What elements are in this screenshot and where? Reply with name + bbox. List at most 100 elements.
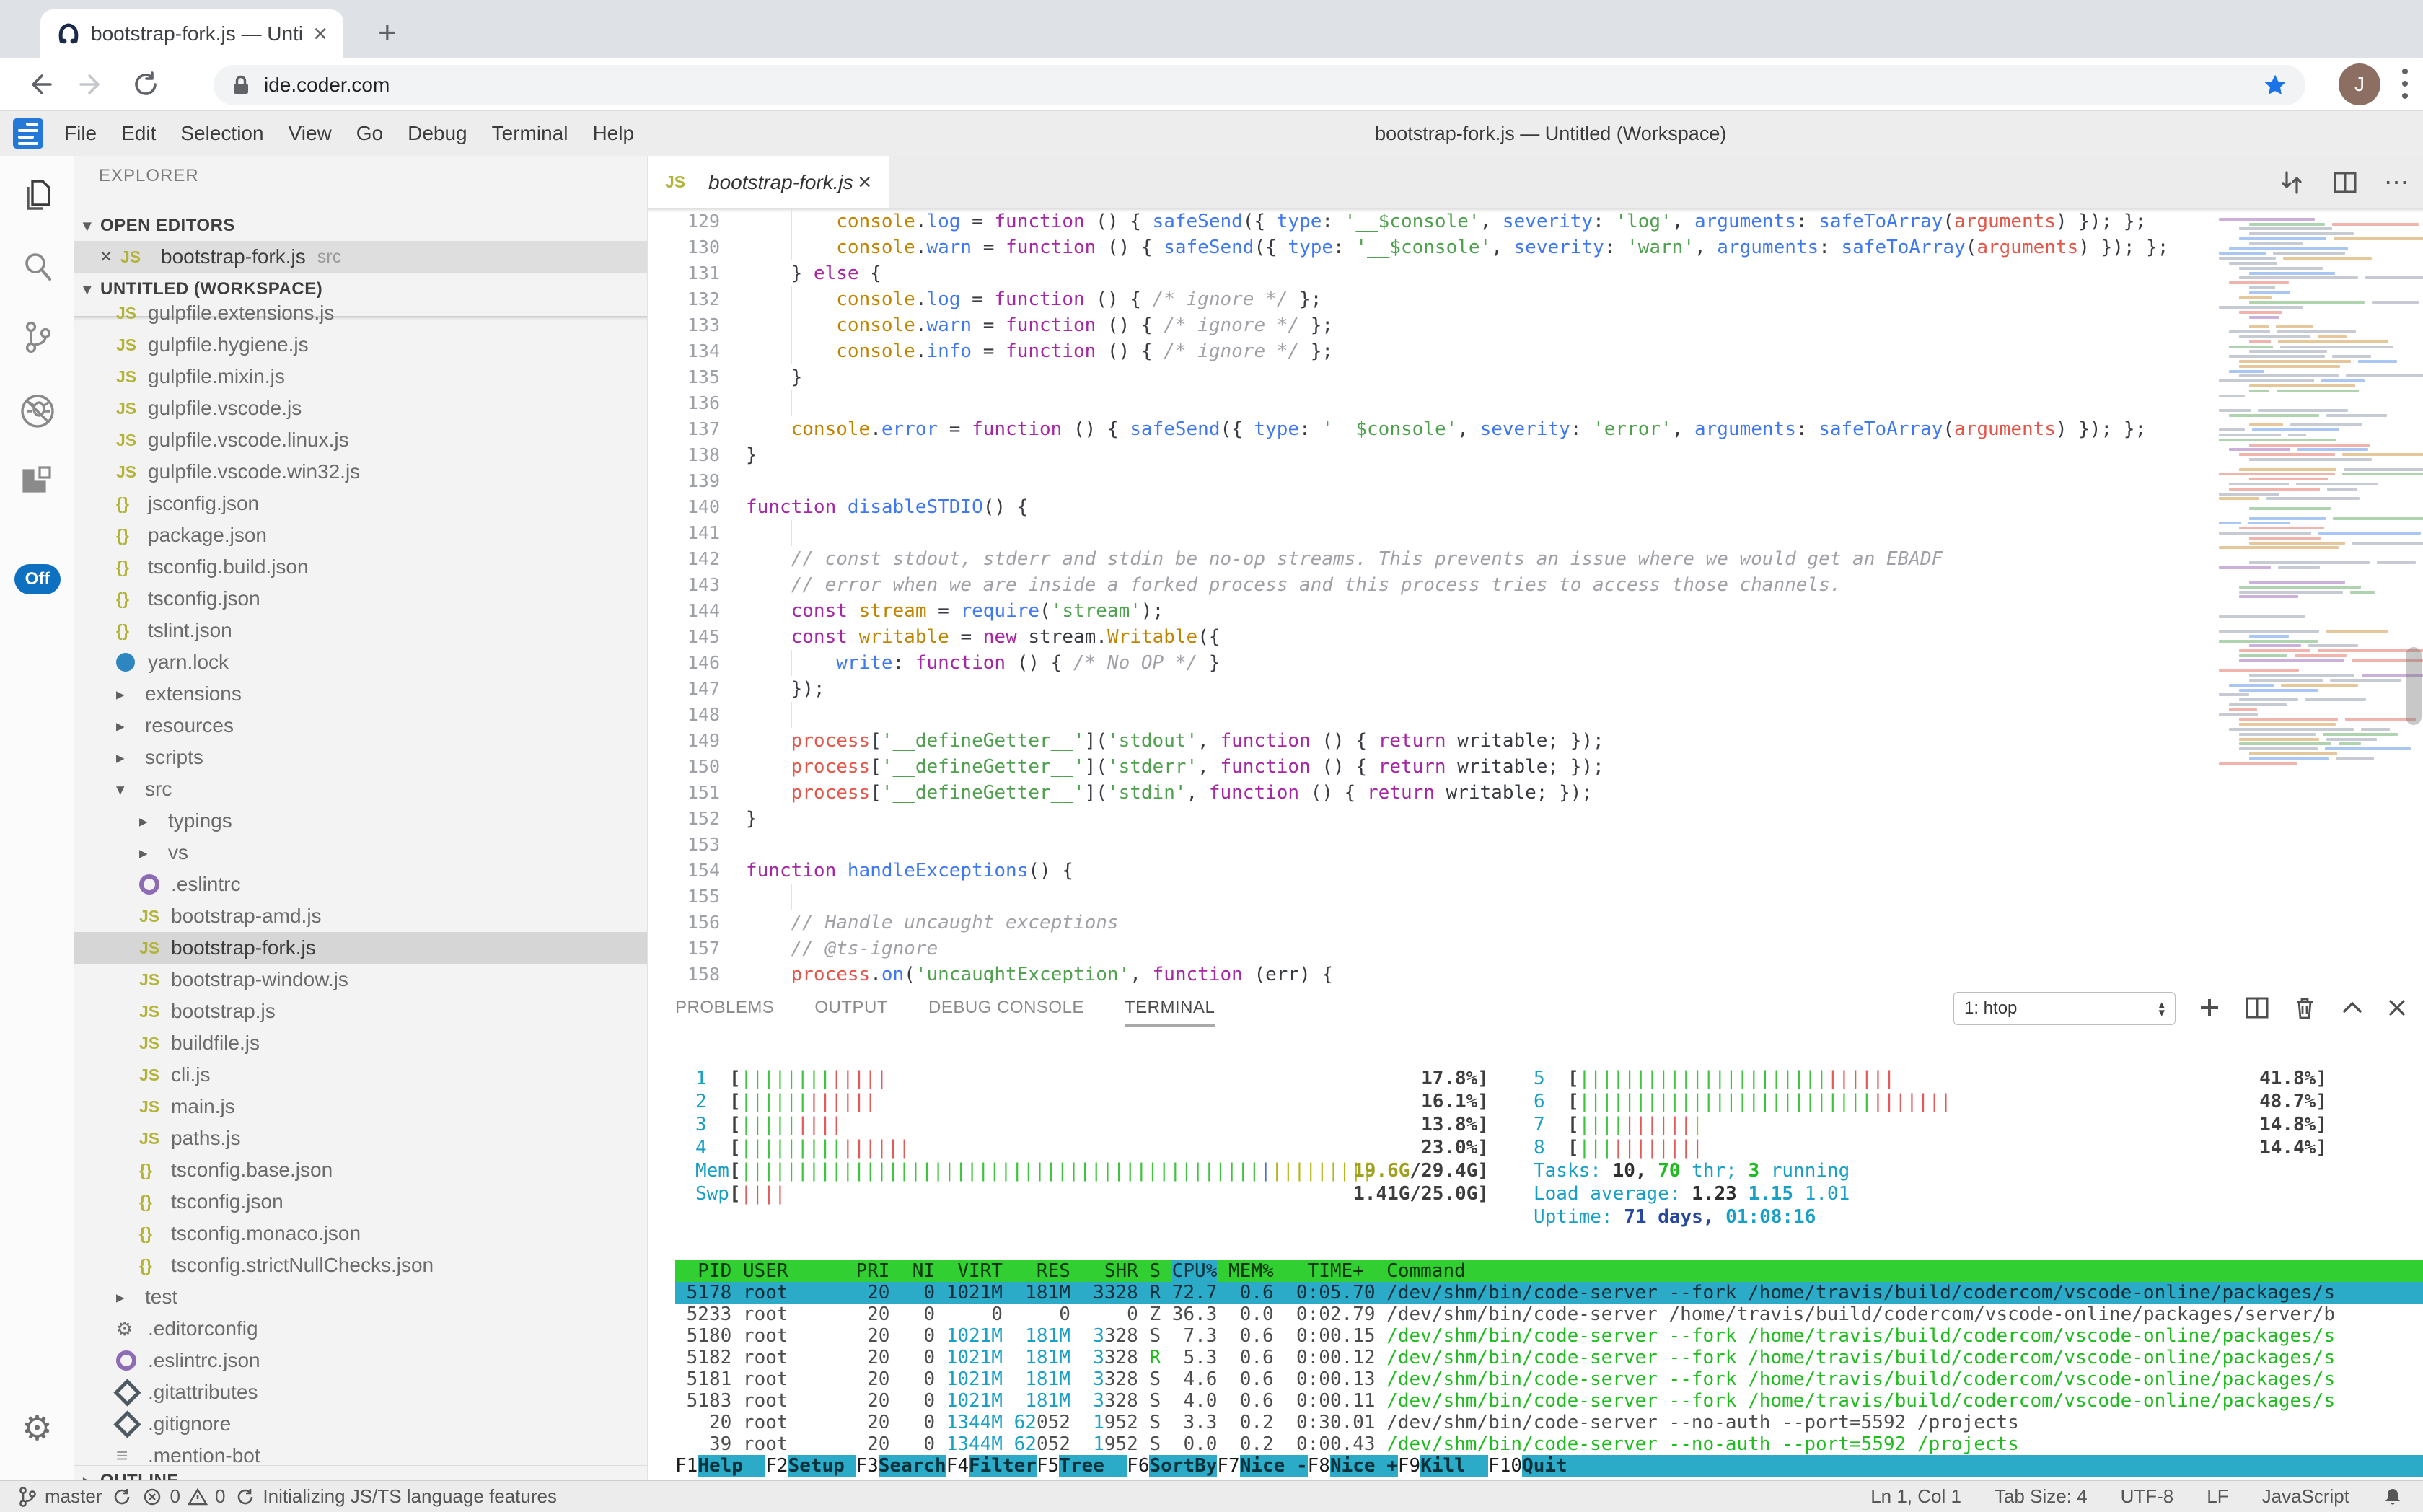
app-menu-icon[interactable] xyxy=(13,118,43,149)
extensions-icon[interactable] xyxy=(0,465,74,504)
menu-go[interactable]: Go xyxy=(344,122,395,145)
tree-item-label: .eslintrc xyxy=(171,873,240,896)
tree-item-.editorconfig[interactable]: ⚙.editorconfig xyxy=(74,1313,647,1345)
branch-indicator[interactable]: master xyxy=(17,1485,102,1508)
address-bar[interactable]: ide.coder.com xyxy=(214,65,2305,105)
tree-item-tsconfig.json[interactable]: {}tsconfig.json xyxy=(74,583,647,615)
new-terminal-icon[interactable] xyxy=(2196,983,2223,1032)
tree-item-main.js[interactable]: JSmain.js xyxy=(74,1091,647,1122)
tree-item-resources[interactable]: ▸resources xyxy=(74,710,647,742)
close-panel-icon[interactable] xyxy=(2383,983,2411,1032)
tree-item-gulpfile.mixin.js[interactable]: JSgulpfile.mixin.js xyxy=(74,361,647,392)
htop-table-header: PID USER PRI NI VIRT RES SHR S CPU% MEM%… xyxy=(675,1260,2423,1282)
menu-edit[interactable]: Edit xyxy=(109,122,168,145)
menu-file[interactable]: File xyxy=(52,122,109,145)
tree-item-yarn.lock[interactable]: yarn.lock xyxy=(74,646,647,678)
status-lf[interactable]: LF xyxy=(2207,1485,2228,1508)
back-icon[interactable] xyxy=(25,70,53,99)
language-status[interactable]: Initializing JS/TS language features xyxy=(235,1485,557,1508)
terminal-select[interactable]: 1: htop ▴▾ xyxy=(1953,992,2176,1025)
tree-item-cli.js[interactable]: JScli.js xyxy=(74,1059,647,1091)
tree-item-test[interactable]: ▸test xyxy=(74,1281,647,1313)
status-ln-1-col-1[interactable]: Ln 1, Col 1 xyxy=(1870,1485,1961,1508)
reload-icon[interactable] xyxy=(131,70,160,99)
tree-item-tsconfig.base.json[interactable]: {}tsconfig.base.json xyxy=(74,1154,647,1186)
problems-indicator[interactable]: 0 0 xyxy=(142,1485,225,1508)
tree-item-scripts[interactable]: ▸scripts xyxy=(74,742,647,773)
tree-item-tsconfig.monaco.json[interactable]: {}tsconfig.monaco.json xyxy=(74,1218,647,1249)
tree-item-tsconfig.strictNullChecks.json[interactable]: {}tsconfig.strictNullChecks.json xyxy=(74,1249,647,1281)
editor-tab-close-icon[interactable]: × xyxy=(858,169,871,195)
panel-tab-problems[interactable]: PROBLEMS xyxy=(675,988,774,1028)
editor-tab[interactable]: JS bootstrap-fork.js × xyxy=(648,156,889,208)
status-javascript[interactable]: JavaScript xyxy=(2262,1485,2349,1508)
source-control-icon[interactable] xyxy=(0,317,74,356)
menu-view[interactable]: View xyxy=(276,122,344,145)
tree-item-bootstrap-amd.js[interactable]: JSbootstrap-amd.js xyxy=(74,900,647,932)
tab-close-icon[interactable]: × xyxy=(313,22,327,46)
editor-scrollbar-thumb[interactable] xyxy=(2406,647,2422,725)
panel-tab-output[interactable]: OUTPUT xyxy=(814,988,888,1028)
browser-tab[interactable]: bootstrap-fork.js — Untitled (W × xyxy=(40,9,343,58)
tree-item-src[interactable]: ▾src xyxy=(74,773,647,805)
forward-icon[interactable] xyxy=(78,70,107,99)
sync-changes-icon[interactable] xyxy=(2277,168,2306,197)
tree-item-buildfile.js[interactable]: JSbuildfile.js xyxy=(74,1027,647,1059)
split-terminal-icon[interactable] xyxy=(2243,983,2271,1032)
sync-off-badge[interactable]: Off xyxy=(14,564,61,594)
notifications-bell-icon[interactable] xyxy=(2383,1486,2403,1508)
more-actions-icon[interactable]: ⋯ xyxy=(2384,175,2409,190)
open-editors-header[interactable]: ▾ OPEN EDITORS xyxy=(74,211,647,241)
panel-tab-debug-console[interactable]: DEBUG CONSOLE xyxy=(928,988,1084,1028)
tree-item-tsconfig.build.json[interactable]: {}tsconfig.build.json xyxy=(74,551,647,583)
tree-item-gulpfile.hygiene.js[interactable]: JSgulpfile.hygiene.js xyxy=(74,329,647,361)
tree-item-.gitattributes[interactable]: .gitattributes xyxy=(74,1376,647,1408)
split-editor-icon[interactable] xyxy=(2331,168,2360,197)
bookmark-star-icon[interactable] xyxy=(2262,72,2288,98)
tree-item-tsconfig.json[interactable]: {}tsconfig.json xyxy=(74,1186,647,1218)
settings-gear-icon[interactable]: ⚙ xyxy=(0,1408,74,1449)
debug-icon[interactable] xyxy=(0,391,74,431)
tree-item-package.json[interactable]: {}package.json xyxy=(74,519,647,551)
minimap[interactable] xyxy=(2213,208,2407,983)
status-utf-8[interactable]: UTF-8 xyxy=(2121,1485,2174,1508)
tree-item-gulpfile.extensions.js[interactable]: JSgulpfile.extensions.js xyxy=(74,297,647,329)
tree-item-.gitignore[interactable]: .gitignore xyxy=(74,1408,647,1440)
maximize-panel-icon[interactable] xyxy=(2339,983,2366,1032)
status-tab-size-4[interactable]: Tab Size: 4 xyxy=(1995,1485,2088,1508)
tree-item-bootstrap-window.js[interactable]: JSbootstrap-window.js xyxy=(74,964,647,995)
close-icon[interactable]: × xyxy=(92,245,120,269)
tree-item-paths.js[interactable]: JSpaths.js xyxy=(74,1122,647,1154)
tree-item-bootstrap-fork.js[interactable]: JSbootstrap-fork.js xyxy=(74,932,647,964)
panel-tab-terminal[interactable]: TERMINAL xyxy=(1125,988,1215,1028)
tree-item-vs[interactable]: ▸vs xyxy=(74,837,647,869)
menu-terminal[interactable]: Terminal xyxy=(480,122,581,145)
tree-item-bootstrap.js[interactable]: JSbootstrap.js xyxy=(74,995,647,1027)
tree-item-label: gulpfile.extensions.js xyxy=(148,302,334,325)
open-editor-name: bootstrap-fork.js xyxy=(161,245,306,268)
avatar[interactable]: J xyxy=(2339,63,2380,105)
search-icon[interactable] xyxy=(0,247,74,286)
kill-terminal-icon[interactable] xyxy=(2291,983,2318,1032)
menu-help[interactable]: Help xyxy=(580,122,646,145)
outline-header[interactable]: ▸ OUTLINE xyxy=(74,1465,647,1480)
tree-item-gulpfile.vscode.js[interactable]: JSgulpfile.vscode.js xyxy=(74,392,647,424)
menu-selection[interactable]: Selection xyxy=(168,122,276,145)
code-editor[interactable]: 129 console.log = function () { safeSend… xyxy=(648,208,2423,983)
browser-menu-icon[interactable]: ••• xyxy=(2398,66,2412,102)
menu-debug[interactable]: Debug xyxy=(395,122,480,145)
tree-item-label: .editorconfig xyxy=(148,1317,258,1340)
tree-item-.eslintrc.json[interactable]: .eslintrc.json xyxy=(74,1345,647,1376)
tree-item-typings[interactable]: ▸typings xyxy=(74,805,647,837)
tree-item-gulpfile.vscode.linux.js[interactable]: JSgulpfile.vscode.linux.js xyxy=(74,424,647,456)
tree-item-extensions[interactable]: ▸extensions xyxy=(74,678,647,710)
new-tab-button[interactable]: + xyxy=(378,17,397,49)
tree-item-tslint.json[interactable]: {}tslint.json xyxy=(74,615,647,646)
tree-item-jsconfig.json[interactable]: {}jsconfig.json xyxy=(74,488,647,519)
explorer-icon[interactable] xyxy=(0,176,74,215)
tree-item-gulpfile.vscode.win32.js[interactable]: JSgulpfile.vscode.win32.js xyxy=(74,456,647,488)
tree-item-.eslintrc[interactable]: .eslintrc xyxy=(74,869,647,900)
terminal[interactable]: 1[|||||||||||||17.8%]2[||||||||||||16.1%… xyxy=(675,1034,2423,1480)
open-editor-item[interactable]: × JS bootstrap-fork.js src xyxy=(74,241,647,273)
sync-status-icon[interactable] xyxy=(112,1487,132,1507)
